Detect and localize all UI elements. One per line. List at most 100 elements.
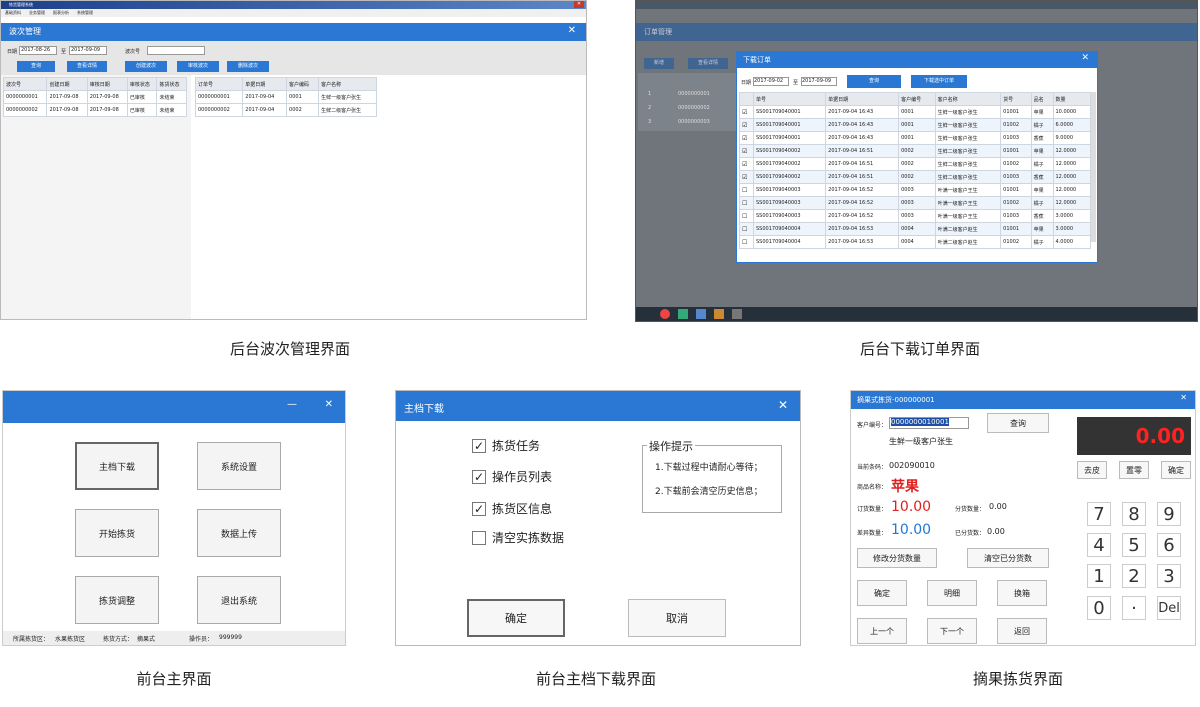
column-header[interactable]: 创建日期 [46,77,88,91]
table-row[interactable]: ☐ SS001709040003 2017-09-04 16:52 0003 叶满一级客… [739,183,1091,197]
next-button[interactable]: 下一个 [927,618,977,644]
key-dot[interactable]: · [1122,596,1146,620]
delete-wave-button[interactable]: 删除波次 [227,61,269,72]
checkbox-checked-icon[interactable]: ☑ [739,170,754,184]
date-from-picker[interactable]: 2017-09-02 [753,77,789,86]
key-3[interactable]: 3 [1157,564,1181,588]
checkbox-checked-icon[interactable]: ✓ [472,501,486,516]
checkbox-checked-icon[interactable]: ☑ [739,144,754,158]
query-button[interactable]: 查询 [847,75,901,88]
modify-qty-button[interactable]: 修改分货数量 [857,548,937,568]
picking-adjust-tile[interactable]: 拣货调整 [75,576,159,624]
table-row[interactable]: ☐ SS001709040004 2017-09-04 16:53 0004 叶满二级客… [739,222,1091,236]
menu-item[interactable]: 基础资料 [5,10,21,16]
data-upload-tile[interactable]: 数据上传 [197,509,281,557]
key-7[interactable]: 7 [1087,502,1111,526]
menu-item[interactable]: 业务管理 [29,10,45,16]
column-header[interactable]: 品名 [1030,92,1054,106]
table-row[interactable]: ☑ SS001709040002 2017-09-04 16:51 0002 生鲜二级客… [739,144,1091,158]
zero-button[interactable]: 置零 [1119,461,1149,479]
column-header[interactable]: 单据日期 [242,77,288,91]
view-detail-button[interactable]: 查看详情 [688,58,728,69]
confirm-button[interactable]: 确定 [857,580,907,606]
checkbox-checked-icon[interactable]: ✓ [472,438,486,453]
column-header[interactable]: 数量 [1052,92,1091,106]
table-row[interactable]: ☑ SS001709040001 2017-09-04 16:43 0001 生鲜一级客… [739,105,1091,119]
customer-input[interactable]: 0000000010001 [889,417,969,429]
checkbox-checked-icon[interactable]: ☑ [739,105,754,119]
scrollbar[interactable] [1091,92,1096,242]
previous-button[interactable]: 上一个 [857,618,907,644]
browser-icon[interactable] [660,309,670,319]
query-button[interactable]: 查询 [987,413,1049,433]
checkbox-checked-icon[interactable]: ☑ [739,157,754,171]
column-header[interactable]: 客户编码 [286,77,320,91]
table-row[interactable]: ☐ SS001709040003 2017-09-04 16:52 0003 叶满一级客… [739,196,1091,210]
table-row[interactable]: ☑ SS001709040002 2017-09-04 16:51 0002 生鲜二级客… [739,157,1091,171]
key-4[interactable]: 4 [1087,533,1111,557]
close-icon[interactable]: ✕ [574,1,584,8]
checkbox-checked-icon[interactable]: ☑ [739,118,754,132]
back-button[interactable]: 返回 [997,618,1047,644]
column-header[interactable]: 订单号 [194,77,244,91]
scale-confirm-button[interactable]: 确定 [1161,461,1191,479]
table-row[interactable]: 0000000001 2017-09-08 2017-09-08 已审核 未结束 [2,90,187,104]
start-picking-tile[interactable]: 开始拣货 [75,509,159,557]
ok-button[interactable]: 确定 [467,599,565,637]
app-icon[interactable] [714,309,724,319]
key-2[interactable]: 2 [1122,564,1146,588]
minimize-icon[interactable]: — [287,399,297,410]
checkbox-unchecked-icon[interactable]: ☐ [739,235,754,249]
close-icon[interactable]: ✕ [568,25,576,36]
date-to-picker[interactable]: 2017-09-09 [69,46,107,55]
add-button[interactable]: 新增 [644,58,674,69]
column-header[interactable]: 客户名称 [934,92,1002,106]
key-5[interactable]: 5 [1122,533,1146,557]
clear-data-checkbox[interactable]: 清空实拣数据 [472,529,564,546]
column-header[interactable]: 审核状态 [126,77,158,91]
key-delete[interactable]: Del [1157,596,1181,620]
exit-system-tile[interactable]: 退出系统 [197,576,281,624]
table-row[interactable]: 0000000002 2017-09-08 2017-09-08 已审核 未结束 [2,103,187,117]
query-button[interactable]: 查询 [17,61,55,72]
table-row[interactable]: 0000000002 2017-09-04 0002 生鲜二级客户张生 [194,103,377,117]
column-header[interactable]: 货号 [1000,92,1032,106]
table-row[interactable]: ☑ SS001709040002 2017-09-04 16:51 0002 生鲜二级客… [739,170,1091,184]
key-1[interactable]: 1 [1087,564,1111,588]
clear-sorted-button[interactable]: 清空已分货数 [967,548,1049,568]
menu-item[interactable]: 报表分析 [53,10,69,16]
column-header[interactable]: 审核日期 [86,77,128,91]
close-icon[interactable]: ✕ [1081,53,1089,63]
pick-task-checkbox[interactable]: ✓ 拣货任务 [472,437,540,454]
key-0[interactable]: 0 [1087,596,1111,620]
change-box-button[interactable]: 换箱 [997,580,1047,606]
table-row[interactable]: ☐ SS001709040004 2017-09-04 16:53 0004 叶满二级客… [739,235,1091,249]
column-header[interactable]: 拣货状态 [156,77,187,91]
close-icon[interactable]: ✕ [778,398,788,412]
checkbox-unchecked-icon[interactable] [472,530,486,545]
menu-item[interactable]: 系统管理 [77,10,93,16]
checkbox-checked-icon[interactable]: ✓ [472,469,486,484]
wave-no-input[interactable] [147,46,205,55]
key-8[interactable]: 8 [1122,502,1146,526]
table-row[interactable]: ☐ SS001709040003 2017-09-04 16:52 0003 叶满一级客… [739,209,1091,223]
view-detail-button[interactable]: 查看详情 [67,61,107,72]
pick-zone-checkbox[interactable]: ✓ 拣货区信息 [472,500,552,517]
checkbox-unchecked-icon[interactable]: ☐ [739,222,754,236]
audit-wave-button[interactable]: 审核波次 [177,61,219,72]
checkbox-unchecked-icon[interactable]: ☐ [739,209,754,223]
column-header[interactable]: 波次号 [2,77,48,91]
create-wave-button[interactable]: 创建波次 [125,61,167,72]
key-9[interactable]: 9 [1157,502,1181,526]
operator-list-checkbox[interactable]: ✓ 操作员列表 [472,468,552,485]
app-icon[interactable] [678,309,688,319]
download-selected-button[interactable]: 下载选中订单 [911,75,967,88]
app-icon[interactable] [696,309,706,319]
checkbox-unchecked-icon[interactable]: ☐ [739,183,754,197]
column-header[interactable]: 单号 [752,92,827,106]
column-header[interactable]: 客户名称 [318,77,377,91]
key-6[interactable]: 6 [1157,533,1181,557]
checkbox-unchecked-icon[interactable]: ☐ [739,196,754,210]
date-from-picker[interactable]: 2017-08-26 [19,46,57,55]
detail-button[interactable]: 明细 [927,580,977,606]
